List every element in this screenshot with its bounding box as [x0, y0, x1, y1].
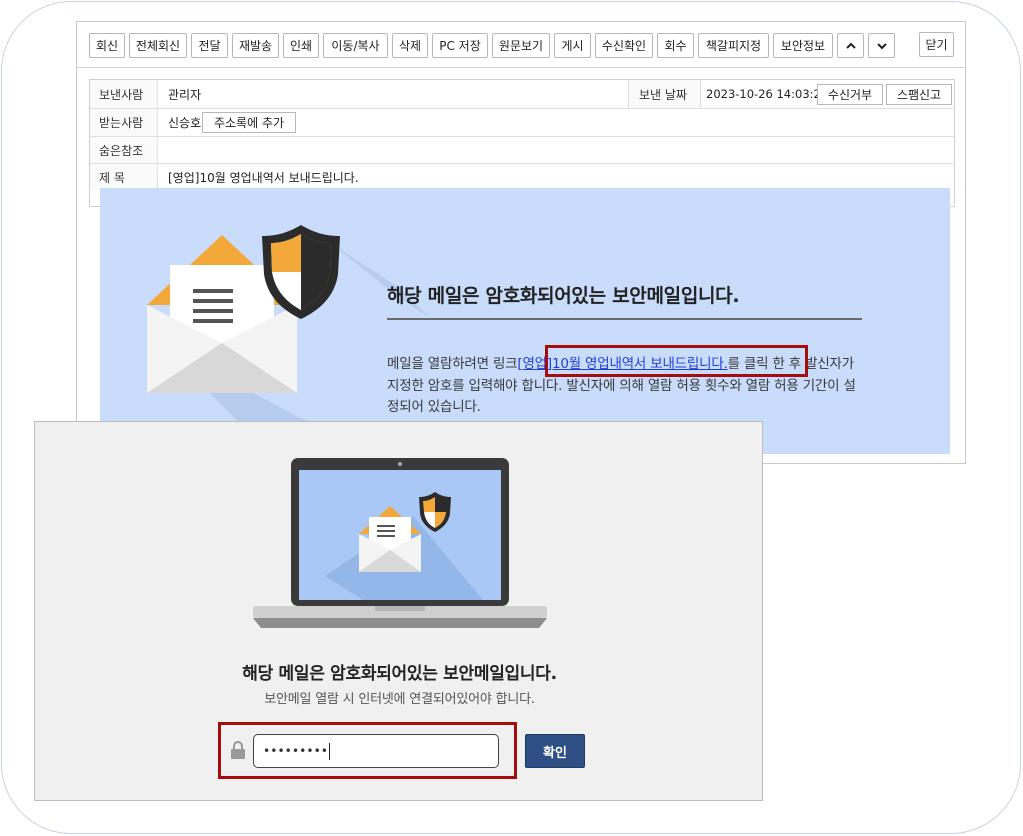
bcc-row: 숨은참조 [90, 137, 954, 164]
add-contact-button[interactable]: 주소록에 추가 [202, 112, 296, 133]
popup-subtitle: 보안메일 열람 시 인터넷에 연결되어있어야 합니다. [264, 692, 535, 707]
chevron-down-icon [876, 42, 887, 49]
security-info-button[interactable]: 보안정보 [773, 33, 833, 58]
close-button[interactable]: 닫기 [919, 32, 954, 57]
laptop-icon [253, 458, 547, 628]
link-highlight-box [545, 345, 808, 377]
next-mail-button[interactable] [868, 33, 895, 58]
subject-row: 제 목 [영업]10월 영업내역서 보내드립니다. [90, 164, 954, 190]
bcc-label: 숨은참조 [90, 137, 158, 163]
confirm-button[interactable]: 확인 [525, 734, 585, 768]
description-prefix: 메일을 열람하려면 링크 [387, 356, 518, 372]
password-highlight-box [218, 722, 517, 779]
subject-label: 제 목 [90, 164, 158, 190]
print-button[interactable]: 인쇄 [283, 33, 319, 58]
view-source-button[interactable]: 원문보기 [492, 33, 550, 58]
delete-button[interactable]: 삭제 [392, 33, 428, 58]
move-copy-button[interactable]: 이동/복사 [323, 33, 388, 58]
subject-value: [영업]10월 영업내역서 보내드립니다. [168, 170, 359, 185]
recipient-label: 받는사람 [90, 109, 158, 136]
secure-mail-title: 해당 메일은 암호화되어있는 보안메일입니다. [387, 281, 862, 320]
recipient-value: 신승호 [168, 116, 202, 130]
popup-title: 해당 메일은 암호화되어있는 보안메일입니다. [242, 664, 557, 684]
reply-button[interactable]: 회신 [89, 33, 125, 58]
previous-mail-button[interactable] [837, 33, 864, 58]
shield-icon [262, 225, 340, 319]
resend-button[interactable]: 재발송 [232, 33, 279, 58]
date-value: 2023-10-26 14:03:22 [706, 87, 829, 101]
sender-label: 보낸사람 [90, 80, 158, 108]
date-label: 보낸 날짜 [628, 80, 701, 108]
sender-value: 관리자 [168, 87, 202, 102]
recipient-row: 받는사람 신승호 주소록에 추가 [90, 109, 954, 137]
pc-save-button[interactable]: PC 저장 [432, 33, 488, 58]
forward-button[interactable]: 전달 [191, 33, 228, 58]
secure-mail-body: 해당 메일은 암호화되어있는 보안메일입니다. 메일을 열람하려면 링크[영업]… [100, 188, 950, 454]
mail-toolbar: 회신 전체회신 전달 재발송 인쇄 이동/복사 삭제 PC 저장 원문보기 게시… [77, 22, 965, 68]
chevron-up-icon [845, 42, 856, 49]
read-receipt-button[interactable]: 수신확인 [595, 33, 653, 58]
bookmark-button[interactable]: 책갈피지정 [698, 33, 769, 58]
recall-button[interactable]: 회수 [657, 33, 694, 58]
post-button[interactable]: 게시 [554, 33, 591, 58]
sender-row: 보낸사람 관리자 보낸 날짜 2023-10-26 14:03:22 수신거부 … [90, 80, 954, 109]
spam-report-button[interactable]: 스팸신고 [886, 84, 952, 105]
reject-receive-button[interactable]: 수신거부 [817, 84, 883, 105]
reply-all-button[interactable]: 전체회신 [129, 33, 187, 58]
mail-viewer-window: 회신 전체회신 전달 재발송 인쇄 이동/복사 삭제 PC 저장 원문보기 게시… [76, 21, 966, 464]
